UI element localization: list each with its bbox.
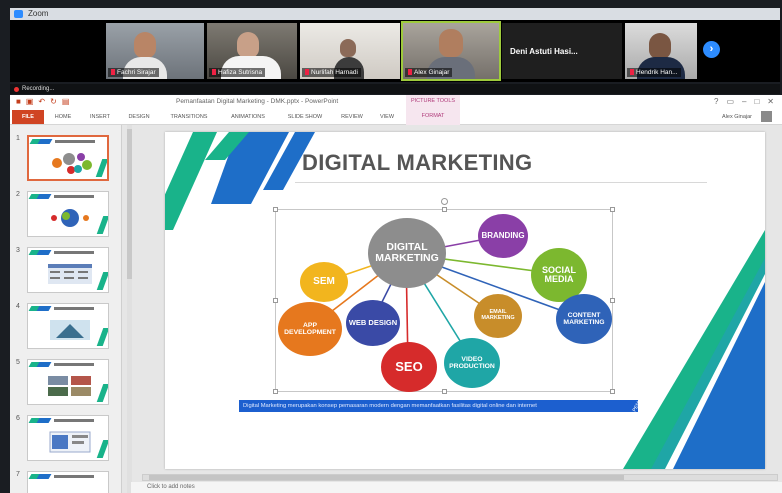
node-sem[interactable]: SEM (300, 262, 348, 302)
slide-number: 2 (16, 191, 20, 198)
digital-marketing-diagram[interactable]: DIGITAL MARKETING BRANDING SOCIAL MEDIA … (273, 198, 615, 394)
participant-tile[interactable]: Hendrik Han... (625, 23, 697, 79)
tab-review[interactable]: REVIEW (336, 111, 368, 123)
participant-tile-video-off[interactable]: Deni Astuti Hasi... (502, 23, 622, 79)
participant-tile-active-speaker[interactable]: Alex Ginajar (401, 21, 501, 81)
slide-number: 4 (16, 303, 20, 310)
mic-muted-icon (305, 69, 309, 75)
notes-pane[interactable]: Click to add notes (131, 482, 782, 493)
tab-view[interactable]: VIEW (374, 111, 400, 123)
help-icon[interactable]: ? (714, 95, 718, 108)
thumbnail-table (48, 264, 92, 284)
participant-name: Nurlifah Harnadi (302, 68, 361, 77)
tab-transitions[interactable]: TRANSITIONS (164, 111, 214, 123)
tab-design[interactable]: DESIGN (124, 111, 154, 123)
powerpoint-window: ■ ▣ ↶ ↻ ▤ Pemanfaatan Digital Marketing … (10, 95, 782, 493)
participant-name: Deni Astuti Hasi... (510, 46, 578, 56)
slide-thumbnail[interactable] (27, 191, 109, 237)
document-title: Pemanfaatan Digital Marketing - DMK.pptx… (176, 98, 339, 105)
node-video-production[interactable]: VIDEO PRODUCTION (444, 338, 500, 388)
mic-muted-icon (111, 69, 115, 75)
participant-name: Hendrik Han... (627, 68, 681, 77)
slide-horizontal-scrollbar[interactable] (142, 474, 778, 481)
node-seo[interactable]: SEO (381, 342, 437, 392)
participant-tile[interactable]: Nurlifah Harnadi (300, 23, 400, 79)
slide-caption[interactable]: Digital Marketing merupakan konsep pemas… (239, 400, 638, 412)
thumbnail-images (48, 376, 91, 396)
slide-number: 6 (16, 415, 20, 422)
slide-thumbnail[interactable] (27, 415, 109, 461)
participant-tile[interactable]: Fachri Sirajar (106, 23, 204, 79)
slide-number: 7 (16, 471, 20, 478)
zoom-logo-icon (14, 10, 23, 18)
tab-animations[interactable]: ANIMATIONS (222, 111, 274, 123)
zoom-window-title: Zoom (28, 9, 49, 18)
undo-icon[interactable]: ↶ (38, 97, 45, 106)
slide-title[interactable]: DIGITAL MARKETING (302, 150, 532, 176)
node-content-marketing[interactable]: CONTENT MARKETING (556, 294, 612, 344)
picture-tools-label: PICTURE TOOLS (406, 95, 460, 108)
powerpoint-logo-icon: ■ (16, 97, 21, 106)
screen: Zoom Fachri Sirajar Hafiza Sutrisna Nurl… (0, 0, 782, 493)
window-controls: ? ▭ – □ ✕ (714, 95, 774, 108)
slide-thumbnail[interactable] (27, 303, 109, 349)
powerpoint-title-bar: ■ ▣ ↶ ↻ ▤ Pemanfaatan Digital Marketing … (10, 95, 782, 108)
thumbnail-screenshot (49, 431, 91, 453)
mic-muted-icon (408, 69, 412, 75)
tab-format[interactable]: FORMAT (406, 108, 460, 125)
quick-access-toolbar: ■ ▣ ↶ ↻ ▤ (16, 97, 69, 106)
work-area: 1 2 3 4 5 6 7 DIGITAL MARKETING DIGITAL … (10, 125, 782, 493)
ribbon-tabs: FILE HOME INSERT DESIGN TRANSITIONS ANIM… (10, 108, 782, 125)
title-underline (295, 182, 707, 183)
chevron-right-icon[interactable]: › (703, 41, 720, 58)
thumbnail-scrollbar[interactable] (127, 125, 132, 493)
redo-icon[interactable]: ↻ (50, 97, 57, 106)
save-icon[interactable]: ▣ (26, 97, 34, 106)
slide-number: 1 (16, 135, 20, 142)
participant-name: Alex Ginajar (405, 68, 453, 77)
thumbnail-diagram (52, 153, 92, 174)
slide-thumbnail-pane: 1 2 3 4 5 6 7 (10, 125, 122, 493)
participant-name: Hafiza Sutrisna (209, 68, 266, 77)
center-node-digital-marketing[interactable]: DIGITAL MARKETING (368, 218, 446, 288)
recording-indicator: Recording... (10, 84, 780, 94)
tab-insert[interactable]: INSERT (86, 111, 114, 123)
slide-thumbnail[interactable] (27, 247, 109, 293)
maximize-icon[interactable]: □ (754, 95, 759, 108)
ribbon-display-icon[interactable]: ▭ (726, 95, 734, 108)
slide-thumbnail[interactable] (27, 471, 109, 493)
participant-gallery: Fachri Sirajar Hafiza Sutrisna Nurlifah … (10, 20, 780, 82)
minimize-icon[interactable]: – (742, 95, 746, 108)
node-email-marketing[interactable]: EMAIL MARKETING (474, 294, 522, 338)
recording-dot-icon (14, 87, 19, 92)
participant-tile[interactable]: Hafiza Sutrisna (207, 23, 297, 79)
tab-home[interactable]: HOME (50, 111, 76, 123)
close-icon[interactable]: ✕ (767, 95, 774, 108)
tab-file[interactable]: FILE (12, 110, 44, 124)
zoom-title-bar: Zoom (10, 8, 780, 20)
recording-label: Recording... (22, 86, 55, 92)
avatar[interactable] (761, 111, 772, 122)
slide-number: 5 (16, 359, 20, 366)
slide-number: 3 (16, 247, 20, 254)
mic-muted-icon (630, 69, 634, 75)
slide-thumbnail[interactable] (27, 359, 109, 405)
user-name[interactable]: Alex Ginajar (722, 111, 752, 123)
slide-thumbnail[interactable] (27, 135, 109, 181)
tab-slide-show[interactable]: SLIDE SHOW (282, 111, 328, 123)
start-slideshow-icon[interactable]: ▤ (62, 97, 70, 106)
node-branding[interactable]: BRANDING (478, 214, 528, 258)
slide-canvas[interactable]: DIGITAL MARKETING DIGITAL MARKETING BRAN… (165, 132, 765, 469)
node-app-development[interactable]: APP DEVELOPMENT (278, 302, 342, 356)
thumbnail-image (50, 320, 90, 340)
thumbnail-diagram (51, 209, 89, 227)
rotate-handle-icon[interactable] (441, 198, 448, 205)
mic-muted-icon (212, 69, 216, 75)
node-web-design[interactable]: WEB DESIGN (346, 300, 400, 346)
participant-name: Fachri Sirajar (108, 68, 159, 77)
